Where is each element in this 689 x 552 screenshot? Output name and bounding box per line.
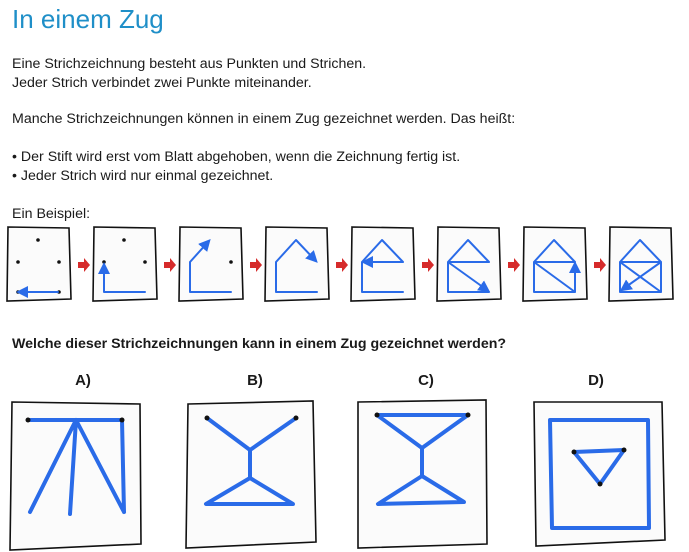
step-arrow-icon <box>422 258 434 272</box>
example-step-8 <box>608 226 674 302</box>
option-b-drawing[interactable] <box>185 400 317 549</box>
step-arrow-icon <box>508 258 520 272</box>
example-step-4 <box>264 226 330 302</box>
option-c-drawing[interactable] <box>357 399 488 549</box>
rules-list: • Der Stift wird erst vom Blatt abgehobe… <box>12 148 460 185</box>
page-title: In einem Zug <box>12 4 164 34</box>
question-text: Welche dieser Strichzeichnungen kann in … <box>12 336 507 352</box>
example-step-2 <box>92 226 158 302</box>
example-step-7 <box>522 226 588 302</box>
intro-line-1: Eine Strichzeichnung besteht aus Punkten… <box>12 56 367 72</box>
example-step-5 <box>350 226 416 302</box>
intro-text: Eine Strichzeichnung besteht aus Punkten… <box>12 55 366 92</box>
example-step-6 <box>436 226 502 302</box>
step-arrow-icon <box>594 258 606 272</box>
example-step-1 <box>6 226 72 302</box>
step-arrow-icon <box>164 258 176 272</box>
step-arrow-icon <box>250 258 262 272</box>
example-step-3 <box>178 226 244 302</box>
rule-item: • Jeder Strich wird nur einmal gezeichne… <box>12 167 274 184</box>
example-sequence <box>6 226 674 302</box>
explanation-text: Manche Strichzeichnungen können in einem… <box>12 111 516 127</box>
example-label: Ein Beispiel: <box>12 206 91 222</box>
rule-item: • Der Stift wird erst vom Blatt abgehobe… <box>12 149 461 165</box>
answer-options <box>9 399 666 551</box>
option-d-drawing[interactable] <box>533 401 666 547</box>
option-a-drawing[interactable] <box>9 401 142 551</box>
step-arrow-icon <box>78 258 90 272</box>
step-arrow-icon <box>336 258 348 272</box>
intro-line-2: Jeder Strich verbindet zwei Punkte mitei… <box>12 74 312 91</box>
